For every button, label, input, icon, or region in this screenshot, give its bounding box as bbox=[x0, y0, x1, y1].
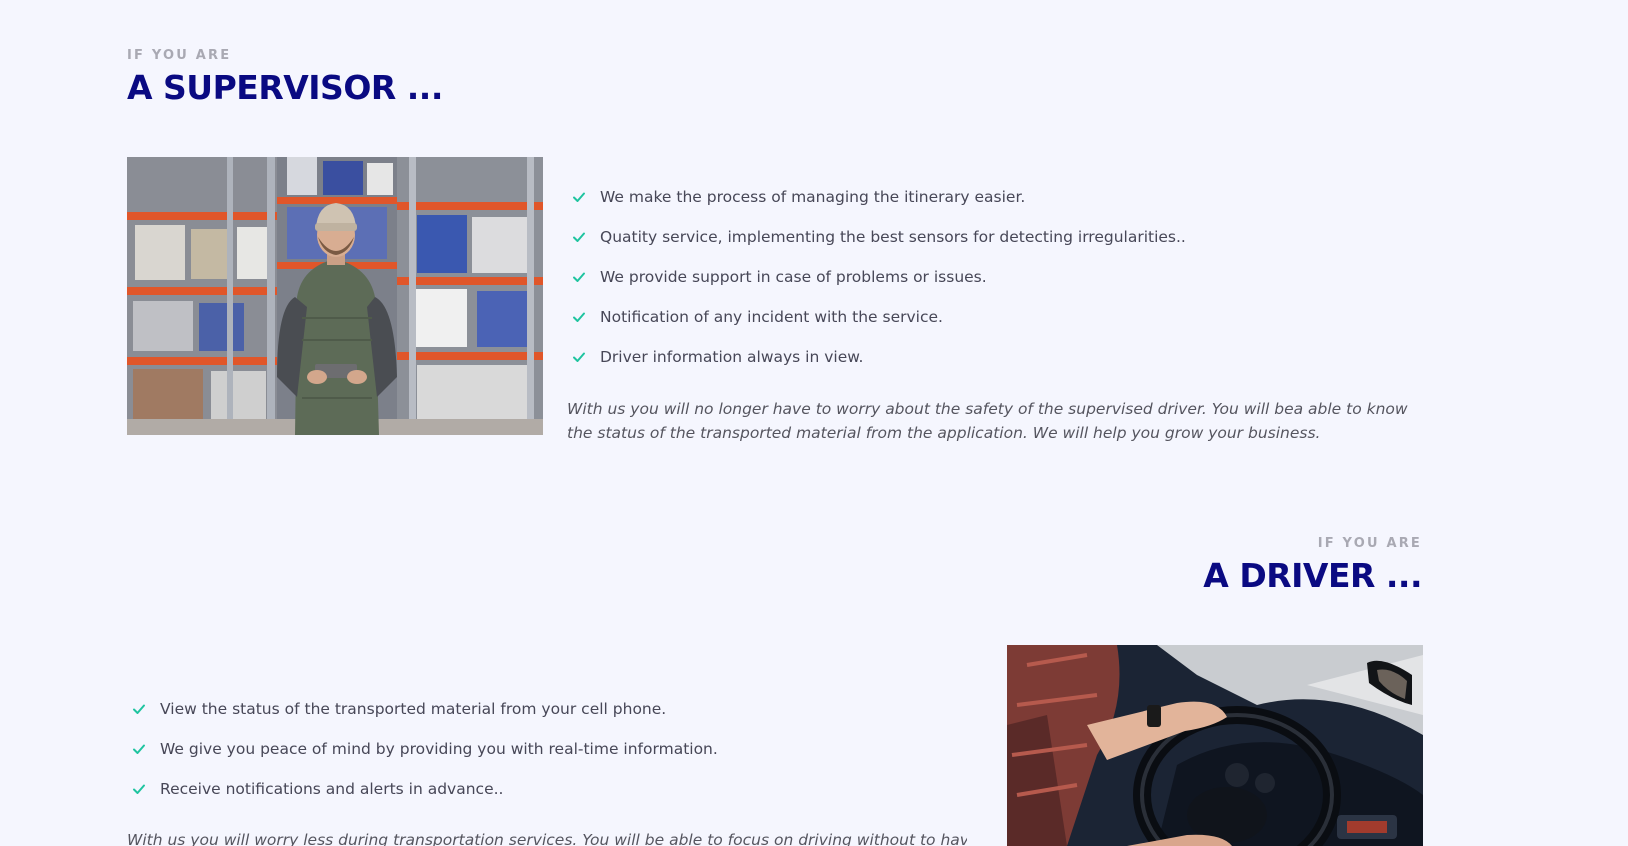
warehouse-worker-photo bbox=[127, 157, 543, 435]
list-item: We provide support in case of problems o… bbox=[572, 257, 1186, 297]
page: IF YOU ARE A SUPERVISOR ... We make the … bbox=[0, 0, 1628, 846]
list-item: View the status of the transported mater… bbox=[132, 689, 718, 729]
list-item-label: We provide support in case of problems o… bbox=[600, 268, 987, 286]
check-icon bbox=[573, 192, 585, 202]
list-item-label: We give you peace of mind by providing y… bbox=[160, 740, 718, 758]
check-icon bbox=[573, 352, 585, 362]
check-icon bbox=[573, 312, 585, 322]
list-item-label: View the status of the transported mater… bbox=[160, 700, 667, 718]
driver-title: A DRIVER ... bbox=[1203, 556, 1422, 595]
check-icon bbox=[573, 272, 585, 282]
check-icon bbox=[573, 232, 585, 242]
supervisor-note: With us you will no longer have to worry… bbox=[567, 400, 1408, 442]
driver-note: With us you will worry less during trans… bbox=[127, 831, 967, 846]
supervisor-eyebrow: IF YOU ARE bbox=[127, 48, 232, 63]
list-item-label: Notification of any incident with the se… bbox=[600, 308, 943, 326]
check-icon bbox=[133, 784, 145, 794]
car-driver-photo bbox=[1007, 645, 1423, 846]
supervisor-checklist: We make the process of managing the itin… bbox=[572, 177, 1186, 377]
list-item-label: Quatity service, implementing the best s… bbox=[600, 228, 1186, 246]
list-item-label: Receive notifications and alerts in adva… bbox=[160, 780, 504, 798]
list-item-label: We make the process of managing the itin… bbox=[600, 188, 1026, 206]
check-icon bbox=[133, 704, 145, 714]
list-item: We make the process of managing the itin… bbox=[572, 177, 1186, 217]
supervisor-title: A SUPERVISOR ... bbox=[127, 68, 443, 107]
driver-checklist: View the status of the transported mater… bbox=[132, 689, 718, 809]
list-item: Receive notifications and alerts in adva… bbox=[132, 769, 718, 809]
check-icon bbox=[133, 744, 145, 754]
list-item: We give you peace of mind by providing y… bbox=[132, 729, 718, 769]
list-item-label: Driver information always in view. bbox=[600, 348, 864, 366]
list-item: Notification of any incident with the se… bbox=[572, 297, 1186, 337]
list-item: Driver information always in view. bbox=[572, 337, 1186, 377]
list-item: Quatity service, implementing the best s… bbox=[572, 217, 1186, 257]
driver-eyebrow: IF YOU ARE bbox=[1317, 536, 1422, 551]
